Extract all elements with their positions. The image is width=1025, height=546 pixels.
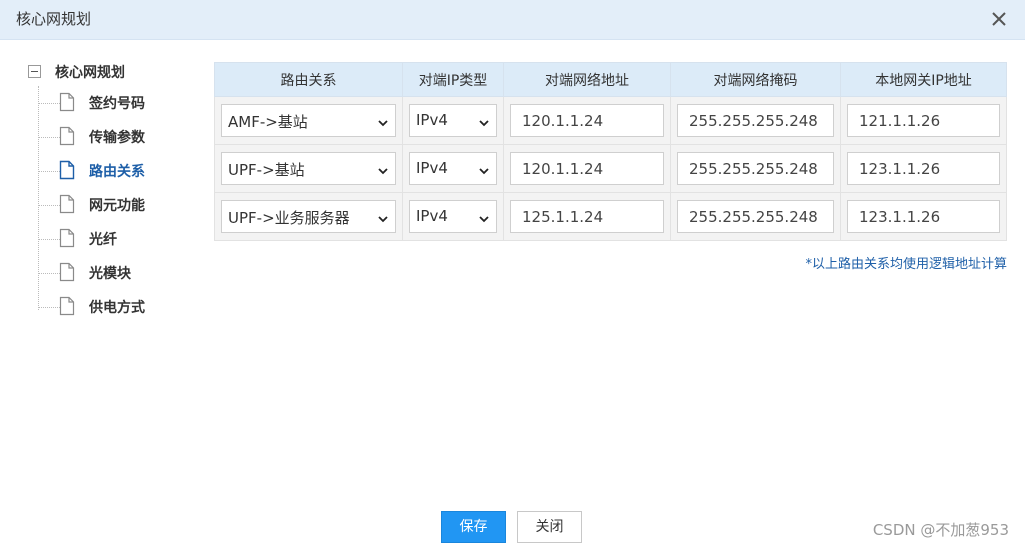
- column-header: 路由关系: [214, 62, 403, 97]
- document-icon: [59, 92, 75, 112]
- table-row: UPF->业务服务器 IPv4: [214, 192, 1007, 241]
- gateway-ip-input[interactable]: [847, 104, 1000, 137]
- tree-item-label: 签约号码: [89, 96, 145, 112]
- watermark: CSDN @不加葱953: [872, 521, 1009, 539]
- chevron-down-icon: [377, 115, 389, 127]
- peer-mask-input[interactable]: [677, 200, 834, 233]
- peer-address-input[interactable]: [510, 104, 664, 137]
- peer-mask-input[interactable]: [677, 152, 834, 185]
- close-button[interactable]: 关闭: [517, 511, 582, 543]
- chevron-down-icon: [377, 211, 389, 223]
- logical-address-note: *以上路由关系均使用逻辑地址计算: [805, 257, 1007, 272]
- route-table: 路由关系 对端IP类型 对端网络地址 对端网络掩码 本地网关IP地址 AMF->…: [214, 62, 1007, 241]
- dialog-titlebar: 核心网规划: [0, 0, 1025, 40]
- tree-item-label: 网元功能: [89, 198, 145, 214]
- table-row: UPF->基站 IPv4: [214, 144, 1007, 193]
- collapse-icon[interactable]: [28, 65, 41, 78]
- gateway-ip-input[interactable]: [847, 152, 1000, 185]
- ip-type-select[interactable]: IPv4: [409, 200, 497, 233]
- peer-mask-input[interactable]: [677, 104, 834, 137]
- column-header: 对端IP类型: [402, 62, 504, 97]
- tree-item-ne-function[interactable]: 网元功能: [26, 188, 206, 222]
- chevron-down-icon: [478, 211, 490, 223]
- ip-type-select[interactable]: IPv4: [409, 104, 497, 137]
- document-icon: [59, 160, 75, 180]
- tree-item-route-relation[interactable]: 路由关系: [26, 154, 206, 188]
- dialog-title: 核心网规划: [16, 10, 92, 28]
- tree-item-label: 路由关系: [89, 164, 145, 180]
- tree-root[interactable]: 核心网规划: [26, 56, 206, 86]
- route-select[interactable]: AMF->基站: [221, 104, 396, 137]
- route-select[interactable]: UPF->业务服务器: [221, 200, 396, 233]
- column-header: 本地网关IP地址: [840, 62, 1007, 97]
- tree-item-label: 光纤: [89, 232, 117, 248]
- gateway-ip-input[interactable]: [847, 200, 1000, 233]
- table-header-row: 路由关系 对端IP类型 对端网络地址 对端网络掩码 本地网关IP地址: [214, 62, 1007, 97]
- tree-item-optical-module[interactable]: 光模块: [26, 256, 206, 290]
- document-icon: [59, 228, 75, 248]
- save-button[interactable]: 保存: [441, 511, 506, 543]
- document-icon: [59, 296, 75, 316]
- tree-root-label: 核心网规划: [55, 65, 125, 81]
- column-header: 对端网络地址: [503, 62, 671, 97]
- tree-item-label: 光模块: [89, 266, 131, 282]
- document-icon: [59, 194, 75, 214]
- nav-tree: 核心网规划 签约号码 传输参数 路由关系 网元功能 光纤 光模块 供电方式: [26, 56, 206, 324]
- chevron-down-icon: [478, 115, 490, 127]
- column-header: 对端网络掩码: [670, 62, 841, 97]
- chevron-down-icon: [478, 163, 490, 175]
- tree-item-power-supply[interactable]: 供电方式: [26, 290, 206, 324]
- peer-address-input[interactable]: [510, 200, 664, 233]
- tree-item-transport-params[interactable]: 传输参数: [26, 120, 206, 154]
- peer-address-input[interactable]: [510, 152, 664, 185]
- route-select[interactable]: UPF->基站: [221, 152, 396, 185]
- chevron-down-icon: [377, 163, 389, 175]
- document-icon: [59, 262, 75, 282]
- ip-type-select[interactable]: IPv4: [409, 152, 497, 185]
- tree-item-signing-number[interactable]: 签约号码: [26, 86, 206, 120]
- document-icon: [59, 126, 75, 146]
- tree-item-fiber[interactable]: 光纤: [26, 222, 206, 256]
- table-row: AMF->基站 IPv4: [214, 96, 1007, 145]
- tree-item-label: 供电方式: [89, 300, 145, 316]
- close-icon[interactable]: [987, 7, 1011, 31]
- tree-item-label: 传输参数: [89, 130, 145, 146]
